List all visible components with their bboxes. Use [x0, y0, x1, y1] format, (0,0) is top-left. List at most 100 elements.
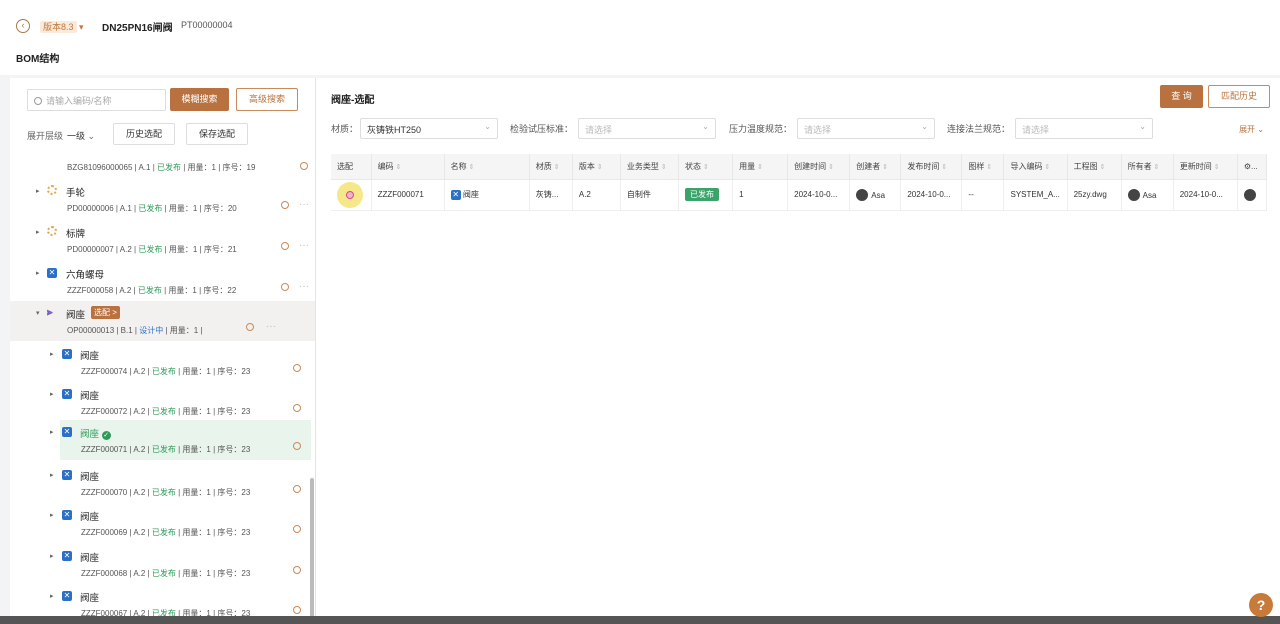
refresh-icon[interactable]	[300, 162, 308, 170]
table-row[interactable]: ZZZF000071 ✕ 阀座 灰铸... A.2 自制件 已发布 1 2024…	[331, 179, 1268, 211]
material-select[interactable]: 灰铸铁HT250 ⌄	[360, 118, 498, 139]
part-x-icon: ✕	[62, 510, 72, 520]
status-badge: 已发布	[685, 188, 719, 201]
page-title: DN25PN16闸阀	[102, 23, 173, 34]
tree-node-child[interactable]: ▸ ✕ 阀座 ZZZF000072 | A.2 | 已发布 | 用量：1 | 序…	[10, 382, 315, 422]
tree-node-child[interactable]: ▸ ✕ 阀座 ZZZF000068 | A.2 | 已发布 | 用量：1 | 序…	[10, 544, 315, 584]
col-header[interactable]: 用量 ⇕	[732, 154, 789, 180]
caret-right-icon[interactable]: ▸	[50, 390, 54, 398]
filter-label: 材质：	[331, 124, 359, 134]
query-button[interactable]: 查 询	[1160, 85, 1203, 108]
col-header[interactable]: 导入编码 ⇕	[1003, 154, 1068, 180]
tree-node-hex-nut[interactable]: ▸ ✕ 六角螺母 ZZZF000058 | A.2 | 已发布 | 用量：1 |…	[10, 261, 315, 301]
col-header[interactable]: 创建者 ⇕	[849, 154, 902, 180]
caret-right-icon[interactable]: ▸	[36, 228, 40, 236]
part-x-icon: ✕	[62, 470, 72, 480]
caret-right-icon[interactable]: ▸	[50, 552, 54, 560]
expand-level[interactable]: 展开层级 一级 ⌄	[27, 129, 95, 142]
refresh-icon[interactable]	[293, 442, 301, 450]
more-icon[interactable]: ···	[299, 199, 309, 210]
col-header[interactable]: 发布时间 ⇕	[900, 154, 963, 180]
help-button[interactable]: ?	[1249, 593, 1273, 617]
col-header[interactable]: 材质 ⇕	[529, 154, 573, 180]
refresh-icon[interactable]	[293, 606, 301, 614]
product-code: PT00000004	[181, 20, 233, 30]
avatar	[1243, 188, 1256, 201]
bottom-bar	[0, 616, 1280, 624]
caret-right-icon[interactable]: ▸	[50, 471, 54, 479]
part-x-icon: ✕	[62, 591, 72, 601]
tree-node-nameplate[interactable]: ▸ 标牌 PD00000007 | A.2 | 已发布 | 用量：1 | 序号：…	[10, 220, 315, 260]
bom-title: BOM结构	[16, 54, 60, 65]
col-header[interactable]: 创建时间 ⇕	[787, 154, 851, 180]
refresh-icon[interactable]	[281, 283, 289, 291]
chevron-down-icon: ⌄	[1139, 122, 1146, 131]
col-header: 选配	[331, 154, 372, 180]
col-settings[interactable]: ⚙...	[1237, 154, 1268, 180]
col-header[interactable]: 更新时间 ⇕	[1173, 154, 1238, 180]
pressure-spec-select[interactable]: 请选择 ⌄	[797, 118, 935, 139]
expand-filters[interactable]: 展开 ⌄	[1239, 124, 1264, 135]
refresh-icon[interactable]	[281, 242, 289, 250]
avatar	[1127, 188, 1140, 201]
chevron-down-icon: ⌄	[921, 122, 928, 131]
check-icon: ✓	[101, 431, 111, 440]
save-select-button[interactable]: 保存选配	[186, 123, 248, 145]
header: ‹ 版本8.3 ▾ DN25PN16闸阀 PT00000004 BOM结构	[0, 0, 1280, 75]
caret-right-icon[interactable]: ▸	[50, 428, 54, 436]
tree-node-child[interactable]: ▸ ✕ 阀座 ZZZF000074 | A.2 | 已发布 | 用量：1 | 序…	[10, 342, 315, 382]
advanced-search-button[interactable]: 高级搜索	[236, 88, 298, 111]
back-icon[interactable]: ‹	[16, 19, 30, 33]
refresh-icon[interactable]	[293, 485, 301, 493]
config-tag[interactable]: 选配 >	[91, 306, 120, 319]
col-header[interactable]: 业务类型 ⇕	[620, 154, 680, 180]
fuzzy-search-button[interactable]: 模糊搜索	[170, 88, 229, 111]
tree-node-child[interactable]: ▸ ✕ 阀座 ZZZF000069 | A.2 | 已发布 | 用量：1 | 序…	[10, 503, 315, 543]
more-icon[interactable]: ···	[299, 281, 309, 292]
avatar	[856, 188, 869, 201]
tree-node-selected[interactable]: ▸ ✕ 阀座 ✓ ZZZF000071 | A.2 | 已发布 | 用量：1 |…	[50, 420, 311, 460]
tree-node-handwheel[interactable]: ▸ 手轮 PD00000006 | A.1 | 已发布 | 用量：1 | 序号：…	[10, 179, 315, 219]
col-header[interactable]: 图样 ⇕	[961, 154, 1005, 180]
caret-right-icon[interactable]: ▸	[36, 187, 40, 195]
search-icon	[34, 97, 42, 105]
part-x-icon: ✕	[62, 389, 72, 399]
part-x-icon: ✕	[62, 551, 72, 561]
refresh-icon[interactable]	[281, 201, 289, 209]
caret-down-icon[interactable]: ▾	[36, 309, 40, 317]
test-standard-select[interactable]: 请选择 ⌄	[578, 118, 716, 139]
refresh-icon[interactable]	[293, 364, 301, 372]
candidate-table: 选配 编码 ⇕ 名称 ⇕ 材质 ⇕ 版本 ⇕ 业务类型 ⇕ 状态 ⇕ 用量 ⇕ 创建时间 ⇕ 创…	[331, 154, 1268, 211]
part-gear-icon	[47, 185, 57, 195]
caret-right-icon[interactable]: ▸	[50, 592, 54, 600]
tree-node-valve-seat-config[interactable]: ▾ ⫸ 阀座 选配 > OP00000013 | B.1 | 设计中 | 用量：…	[10, 301, 315, 341]
flange-spec-select[interactable]: 请选择 ⌄	[1015, 118, 1153, 139]
refresh-icon[interactable]	[293, 525, 301, 533]
more-icon[interactable]: ···	[299, 240, 309, 251]
col-header[interactable]: 编码 ⇕	[371, 154, 445, 180]
refresh-icon[interactable]	[246, 323, 254, 331]
part-x-icon: ✕	[47, 268, 57, 278]
history-select-button[interactable]: 历史选配	[113, 123, 175, 145]
chevron-down-icon: ⌄	[702, 122, 709, 131]
search-input[interactable]: 请输入编码/名称	[27, 89, 166, 111]
more-icon[interactable]: ···	[266, 321, 276, 332]
config-panel: 阀座-选配 查 询 匹配历史 材质： 灰铸铁HT250 ⌄ 检验试压标准： 请选择…	[316, 78, 1280, 624]
tree-node-child[interactable]: ▸ ✕ 阀座 ZZZF000070 | A.2 | 已发布 | 用量：1 | 序…	[10, 463, 315, 503]
refresh-icon[interactable]	[293, 404, 301, 412]
col-header[interactable]: 版本 ⇕	[572, 154, 621, 180]
select-radio[interactable]	[337, 181, 363, 208]
col-header[interactable]: 状态 ⇕	[678, 154, 734, 180]
refresh-icon[interactable]	[293, 566, 301, 574]
col-header[interactable]: 名称 ⇕	[444, 154, 530, 180]
caret-right-icon[interactable]: ▸	[36, 269, 40, 277]
match-history-button[interactable]: 匹配历史	[1208, 85, 1270, 108]
part-x-icon: ✕	[450, 190, 461, 200]
col-header[interactable]: 工程图 ⇕	[1067, 154, 1122, 180]
col-header[interactable]: 所有者 ⇕	[1121, 154, 1174, 180]
caret-right-icon[interactable]: ▸	[50, 511, 54, 519]
tree-scrollbar[interactable]	[310, 478, 314, 624]
version-selector[interactable]: 版本8.3 ▾	[40, 20, 84, 33]
table-header-row: 选配 编码 ⇕ 名称 ⇕ 材质 ⇕ 版本 ⇕ 业务类型 ⇕ 状态 ⇕ 用量 ⇕ 创建时间 ⇕ 创…	[331, 154, 1268, 180]
caret-right-icon[interactable]: ▸	[50, 350, 54, 358]
